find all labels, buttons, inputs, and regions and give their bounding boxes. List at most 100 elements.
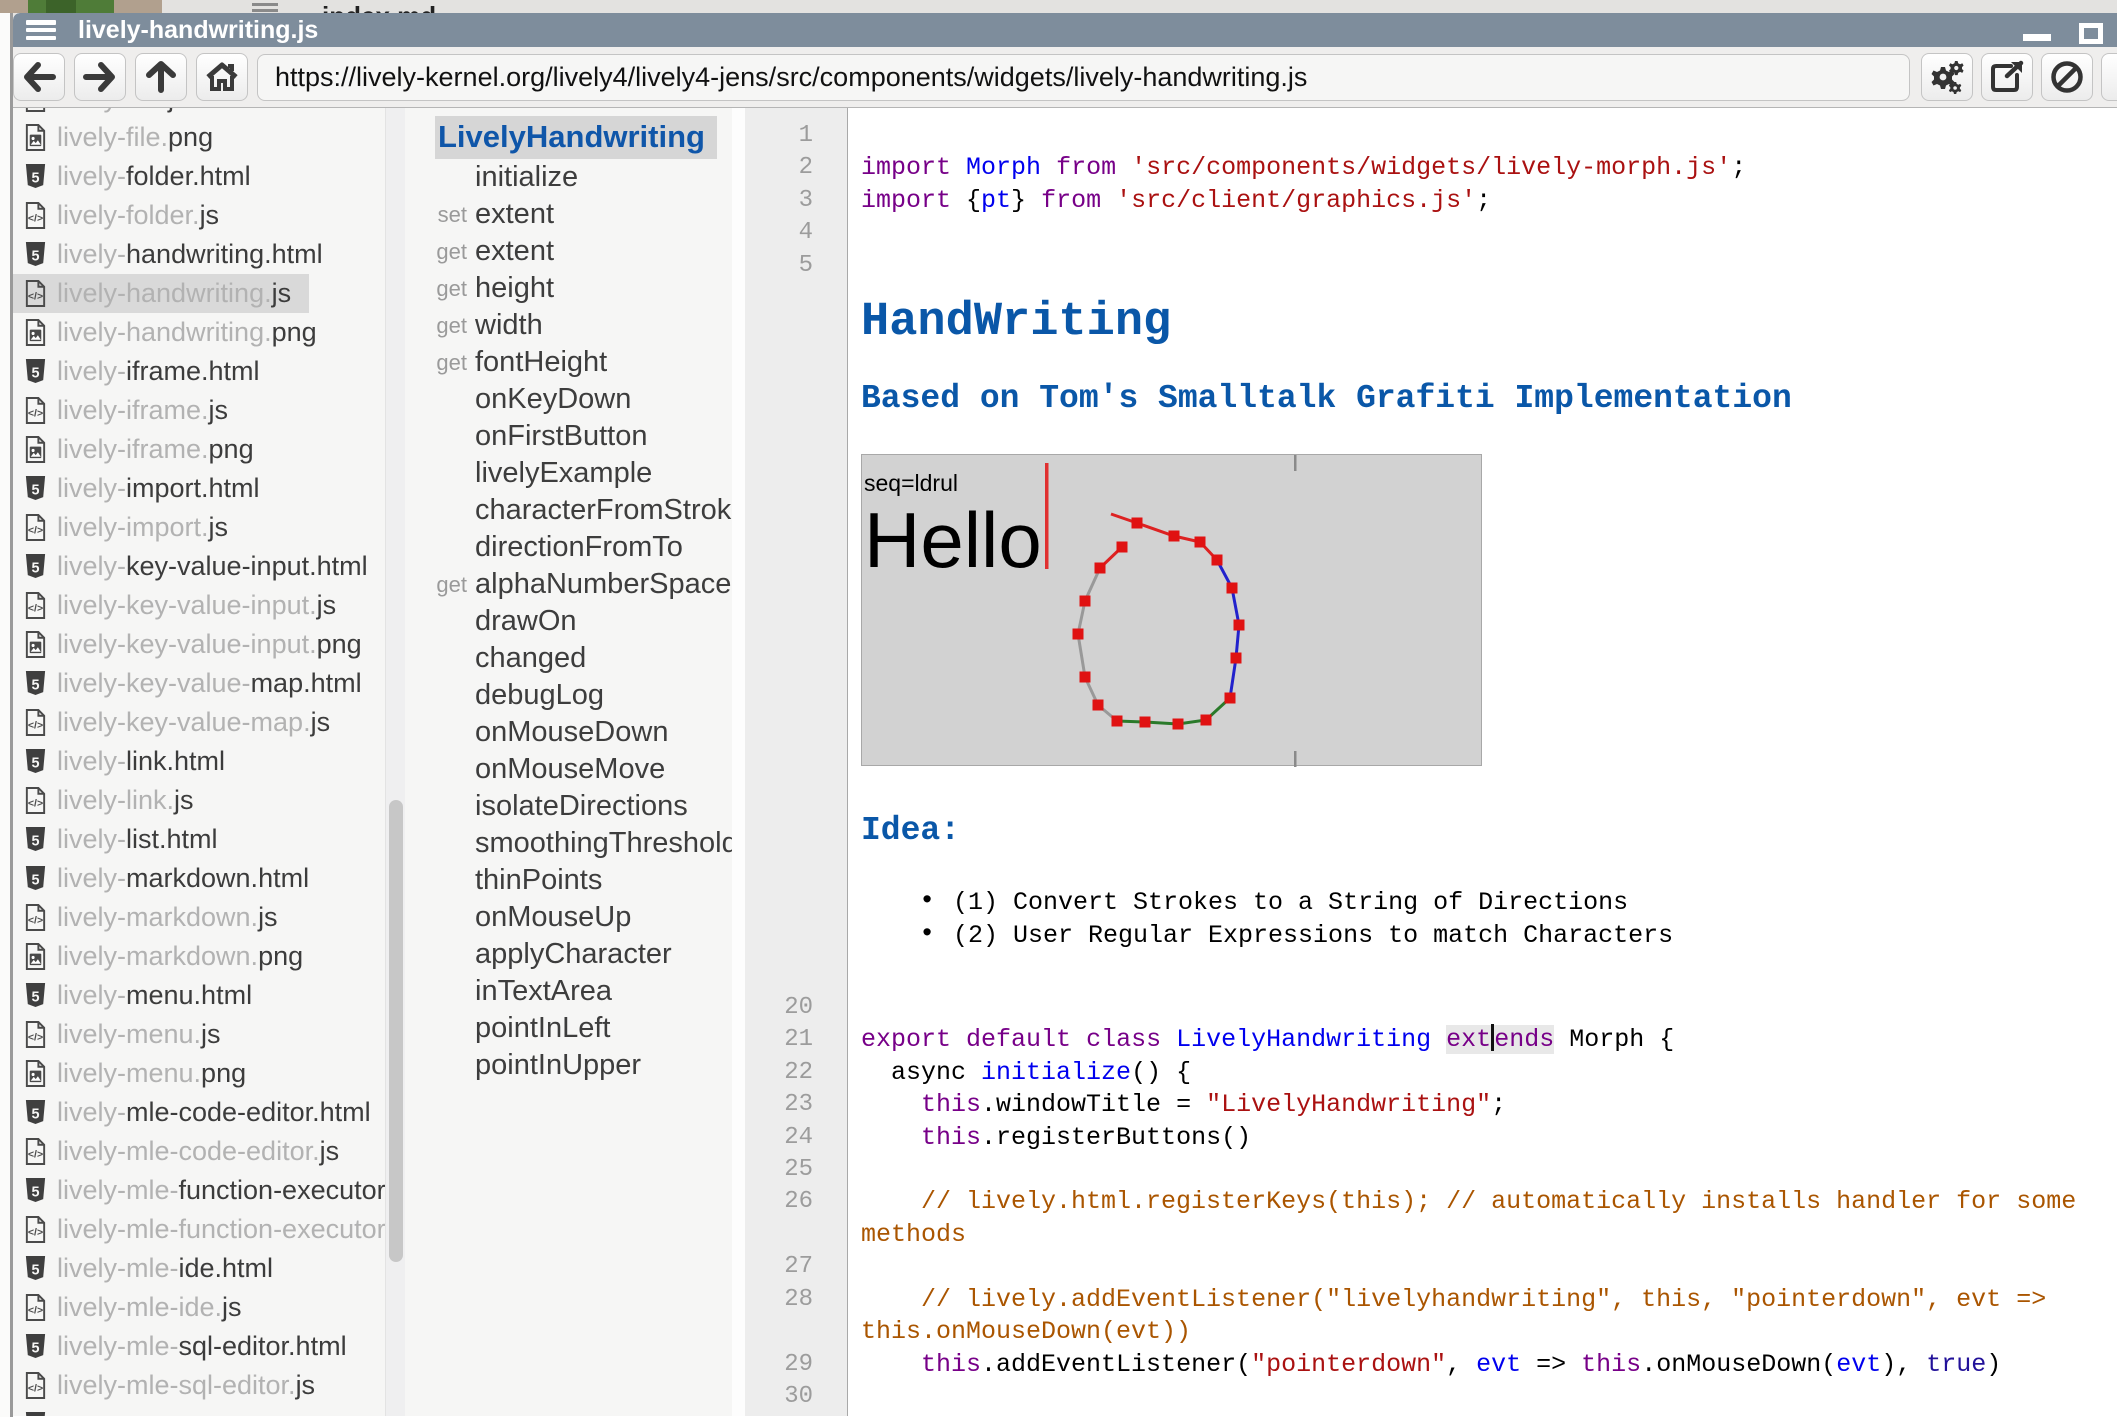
title-bar[interactable]: lively-handwriting.js (13, 13, 2117, 47)
file-row[interactable]: 5lively-list.html (13, 820, 405, 859)
file-list-scrollbar[interactable] (385, 108, 405, 1416)
file-name: lively-markdown.html (57, 863, 309, 894)
file-row[interactable]: </>lively-mle-sql-editor.js (13, 1366, 405, 1405)
method-item[interactable]: getwidth (405, 307, 745, 344)
file-row[interactable]: </>lively-file.js (13, 108, 405, 118)
method-item[interactable]: directionFromTo (405, 529, 745, 566)
file-row[interactable]: 5lively-link.html (13, 742, 405, 781)
html-file-icon: 5 (23, 474, 48, 503)
file-name: lively-menu.html (57, 980, 252, 1011)
forward-button[interactable] (74, 53, 126, 101)
method-item[interactable]: isolateDirections (405, 788, 745, 825)
method-item[interactable]: changed (405, 640, 745, 677)
method-item[interactable]: getfontHeight (405, 344, 745, 381)
method-item[interactable]: debugLog (405, 677, 745, 714)
maximize-button[interactable] (2079, 23, 2103, 44)
svg-text:</>: </> (28, 524, 43, 536)
file-row[interactable]: </>lively-markdown.js (13, 898, 405, 937)
code-line-row: 21export default class LivelyHandwriting… (745, 1024, 2117, 1056)
file-row[interactable]: lively-file.png (13, 118, 405, 157)
method-item[interactable]: thinPoints (405, 862, 745, 899)
file-row[interactable]: 5lively-mle-sql-editor.html (13, 1327, 405, 1366)
file-name: lively-key-value-input.js (57, 590, 336, 621)
minimize-button[interactable] (2023, 34, 2051, 41)
file-row[interactable]: </>lively-mle-code-editor.js (13, 1132, 405, 1171)
file-row[interactable]: 5lively-markdown.html (13, 859, 405, 898)
file-row[interactable]: 5 (13, 1405, 405, 1416)
back-button[interactable] (13, 53, 65, 101)
method-item[interactable]: applyCharacter (405, 936, 745, 973)
method-item[interactable]: initialize (405, 159, 745, 196)
method-item[interactable]: smoothingThresholdSqua (405, 825, 745, 862)
image-file-icon (23, 435, 48, 464)
method-item[interactable]: pointInUpper (405, 1047, 745, 1084)
method-item[interactable]: getalphaNumberSpaceRa (405, 566, 745, 603)
file-row[interactable]: </>lively-mle-function-executor.js (13, 1210, 405, 1249)
file-row[interactable]: </>lively-menu.js (13, 1015, 405, 1054)
code-line-row: 22 async initialize() { (745, 1057, 2117, 1089)
file-row[interactable]: </>lively-handwriting.js (13, 274, 309, 313)
file-row[interactable]: lively-key-value-input.png (13, 625, 405, 664)
method-item[interactable]: pointInLeft (405, 1010, 745, 1047)
file-row[interactable]: </>lively-import.js (13, 508, 405, 547)
code-line (848, 120, 876, 152)
file-row[interactable]: 5lively-key-value-map.html (13, 664, 405, 703)
file-row[interactable]: </>lively-folder.js (13, 196, 405, 235)
url-input[interactable] (257, 54, 1910, 101)
file-name: lively-mle-sql-editor.html (57, 1331, 347, 1362)
file-name: lively-link.js (57, 785, 194, 816)
svg-text:5: 5 (31, 1184, 39, 1200)
code-editor[interactable]: 1 2import Morph from 'src/components/wid… (745, 108, 2117, 1416)
file-row[interactable]: 5lively-mle-code-editor.html (13, 1093, 405, 1132)
svg-text:</>: </> (28, 407, 43, 419)
file-row[interactable]: </>lively-key-value-input.js (13, 586, 405, 625)
code-line: this.addEventListener("pointerdown", evt… (848, 1349, 2001, 1381)
file-row[interactable]: 5lively-folder.html (13, 157, 405, 196)
file-row[interactable]: </>lively-key-value-map.js (13, 703, 405, 742)
file-row[interactable]: lively-iframe.png (13, 430, 405, 469)
class-header-livelyhandwriting[interactable]: LivelyHandwriting (435, 116, 717, 159)
file-row[interactable]: 5lively-handwriting.html (13, 235, 405, 274)
window-menu-icon[interactable] (26, 20, 56, 40)
file-row[interactable]: 5lively-import.html (13, 469, 405, 508)
clipped-toolbar-button[interactable] (2101, 53, 2117, 101)
up-button[interactable] (135, 53, 187, 101)
method-item[interactable]: getextent (405, 233, 745, 270)
settings-button[interactable] (1921, 53, 1973, 101)
method-item[interactable]: onMouseUp (405, 899, 745, 936)
method-item[interactable]: characterFromStrokes (405, 492, 745, 529)
block-button[interactable] (2041, 53, 2093, 101)
markdown-h3: Idea: (861, 812, 1792, 850)
file-row[interactable]: lively-menu.png (13, 1054, 405, 1093)
editor-caret (1491, 1024, 1494, 1051)
method-item[interactable]: onMouseMove (405, 751, 745, 788)
file-row[interactable]: lively-markdown.png (13, 937, 405, 976)
file-row[interactable]: lively-handwriting.png (13, 313, 405, 352)
method-item[interactable]: drawOn (405, 603, 745, 640)
file-row[interactable]: 5lively-menu.html (13, 976, 405, 1015)
method-item[interactable]: getheight (405, 270, 745, 307)
markdown-h2: Based on Tom's Smalltalk Grafiti Impleme… (861, 380, 1792, 418)
code-line (848, 217, 876, 249)
code-line-row: 31 this.extent = lively.pt(400,200) (745, 1413, 2117, 1416)
file-row[interactable]: </>lively-mle-ide.js (13, 1288, 405, 1327)
text-caret (1045, 463, 1049, 569)
method-item[interactable]: livelyExample (405, 455, 745, 492)
method-item[interactable]: onMouseDown (405, 714, 745, 751)
navigation-toolbar (13, 47, 2117, 108)
file-row[interactable]: 5lively-key-value-input.html (13, 547, 405, 586)
method-item[interactable]: setextent (405, 196, 745, 233)
open-external-button[interactable] (1981, 53, 2033, 101)
code-line-row: 26 // lively.html.registerKeys(this); //… (745, 1186, 2117, 1218)
file-row[interactable]: 5lively-iframe.html (13, 352, 405, 391)
home-button[interactable] (196, 53, 248, 101)
demo-recognized-word: Hello (864, 496, 1042, 584)
method-item[interactable]: onKeyDown (405, 381, 745, 418)
file-row[interactable]: 5lively-mle-ide.html (13, 1249, 405, 1288)
file-list-scrollbar-thumb[interactable] (389, 800, 403, 1262)
file-row[interactable]: </>lively-iframe.js (13, 391, 405, 430)
method-item[interactable]: onFirstButton (405, 418, 745, 455)
file-row[interactable]: 5lively-mle-function-executor.html (13, 1171, 405, 1210)
file-row[interactable]: </>lively-link.js (13, 781, 405, 820)
method-item[interactable]: inTextArea (405, 973, 745, 1010)
